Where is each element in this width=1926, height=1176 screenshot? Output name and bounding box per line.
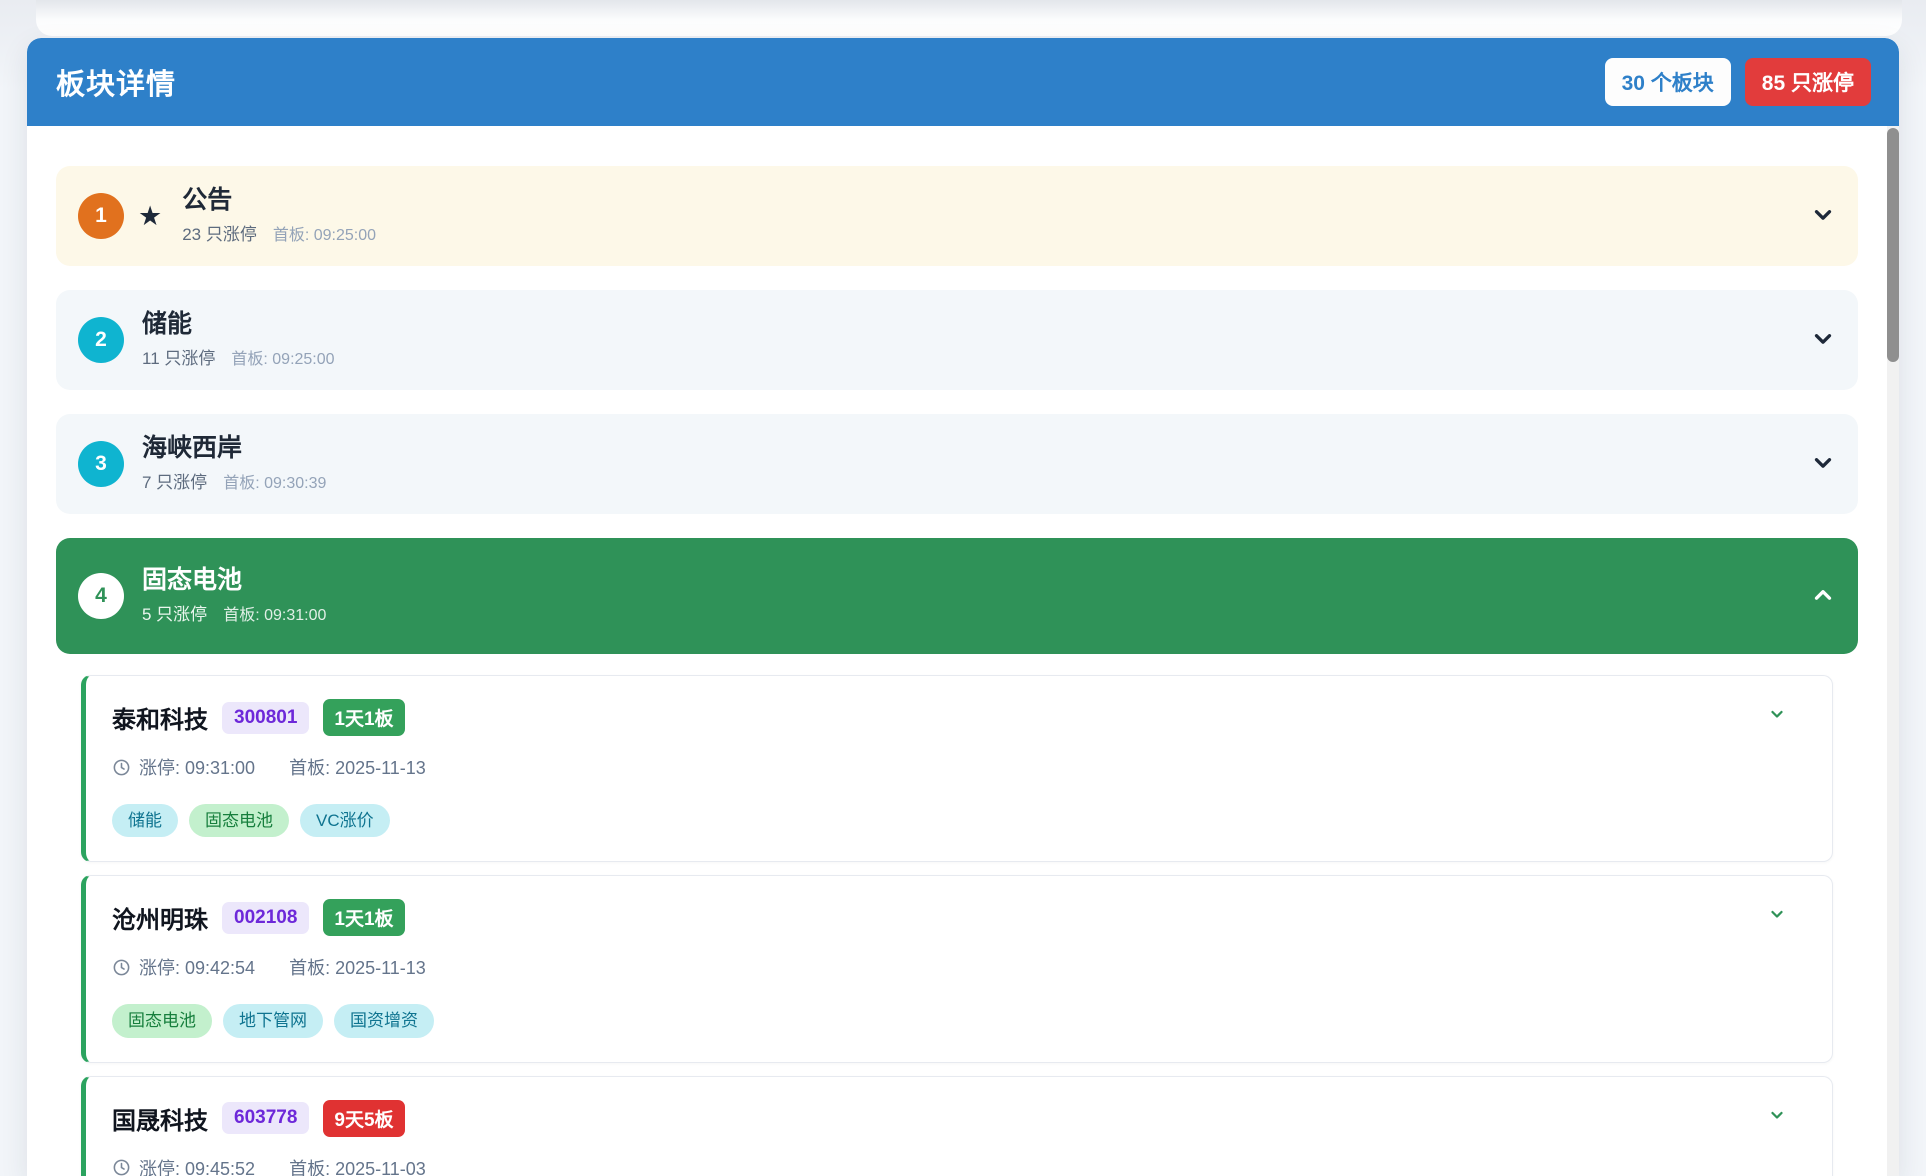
sector-limit-up-count: 5 只涨停 bbox=[142, 600, 207, 625]
stock-code-badge: 300801 bbox=[222, 702, 309, 734]
sector-subline: 11 只涨停首板: 09:25:00 bbox=[142, 344, 335, 369]
sector-row-3[interactable]: 3 海峡西岸 7 只涨停首板: 09:30:39 bbox=[56, 414, 1858, 514]
streak-badge: 1天1板 bbox=[323, 899, 404, 936]
concept-tag[interactable]: 地下管网 bbox=[223, 1004, 323, 1037]
sector-text-block: 海峡西岸 7 只涨停首板: 09:30:39 bbox=[142, 435, 326, 494]
chevron-down-icon[interactable] bbox=[1768, 906, 1786, 929]
clock-icon bbox=[112, 1158, 131, 1176]
sector-name: 海峡西岸 bbox=[142, 435, 326, 463]
streak-badge: 9天5板 bbox=[323, 1100, 404, 1137]
stock-head: 泰和科技 300801 1天1板 bbox=[112, 699, 1806, 736]
sector-text-block: 储能 11 只涨停首板: 09:25:00 bbox=[142, 311, 335, 370]
sector-first-board-time: 首板: 09:30:39 bbox=[223, 469, 326, 493]
scrollbar-thumb[interactable] bbox=[1887, 128, 1899, 362]
stock-name: 泰和科技 bbox=[112, 700, 208, 735]
sector-rank-badge: 1 bbox=[78, 193, 124, 239]
panel-header: 板块详情 30 个板块 85 只涨停 bbox=[27, 38, 1899, 126]
stock-code-badge: 603778 bbox=[222, 1102, 309, 1134]
chevron-down-icon[interactable] bbox=[1810, 327, 1836, 353]
concept-tag[interactable]: 国资增资 bbox=[334, 1004, 434, 1037]
sector-limit-up-count: 11 只涨停 bbox=[142, 344, 215, 369]
stock-card-603778[interactable]: 国晟科技 603778 9天5板涨停: 09:45:52 首板: 2025-11-03… bbox=[81, 1076, 1833, 1176]
concept-tag[interactable]: 固态电池 bbox=[112, 1004, 212, 1037]
panel-title: 板块详情 bbox=[56, 61, 176, 103]
expanded-stock-list: 泰和科技3008011天1板涨停: 09:31:00首板: 2025-11-13… bbox=[81, 675, 1833, 1176]
scrollbar-track[interactable] bbox=[1887, 126, 1899, 1176]
sector-list: 1★公告23 只涨停首板: 09:25:002储能11 只涨停首板: 09:25… bbox=[27, 126, 1899, 1176]
sector-row-4[interactable]: 4 固态电池 5 只涨停首板: 09:31:00 bbox=[56, 538, 1858, 654]
concept-tag[interactable]: 固态电池 bbox=[189, 804, 289, 837]
first-board-date: 首板: 2025-11-13 bbox=[289, 754, 426, 780]
sector-subline: 5 只涨停首板: 09:31:00 bbox=[142, 600, 326, 625]
sector-row-2[interactable]: 2 储能 11 只涨停首板: 09:25:00 bbox=[56, 290, 1858, 390]
first-board-date: 首板: 2025-11-03 bbox=[289, 1155, 426, 1176]
stock-meta: 涨停: 09:42:54 首板: 2025-11-13 bbox=[112, 954, 1806, 980]
sector-rank-badge: 4 bbox=[78, 573, 124, 619]
sector-rank-badge: 3 bbox=[78, 441, 124, 487]
first-board-date: 首板: 2025-11-13 bbox=[289, 954, 426, 980]
stock-card-002108[interactable]: 沧州明珠 002108 1天1板涨停: 09:42:54 首板: 2025-11-13… bbox=[81, 875, 1833, 1062]
limit-up-time: 涨停: 09:42:54 bbox=[139, 954, 255, 980]
streak-badge: 1天1板 bbox=[323, 699, 404, 736]
stock-meta: 涨停: 09:31:00 首板: 2025-11-13 bbox=[112, 754, 1806, 780]
clock-icon bbox=[112, 758, 131, 777]
stock-meta: 涨停: 09:45:52 首板: 2025-11-03 bbox=[112, 1155, 1806, 1176]
sector-subline: 23 只涨停首板: 09:25:00 bbox=[182, 220, 376, 245]
star-icon[interactable]: ★ bbox=[138, 203, 162, 230]
chevron-down-icon[interactable] bbox=[1768, 1107, 1786, 1130]
sector-rank-badge: 2 bbox=[78, 317, 124, 363]
stock-head: 沧州明珠 002108 1天1板 bbox=[112, 899, 1806, 936]
sector-text-block: 公告 23 只涨停首板: 09:25:00 bbox=[182, 187, 376, 246]
stock-name: 国晟科技 bbox=[112, 1101, 208, 1136]
stock-head: 国晟科技 603778 9天5板 bbox=[112, 1100, 1806, 1137]
sector-text-block: 固态电池 5 只涨停首板: 09:31:00 bbox=[142, 567, 326, 626]
stock-card-300801[interactable]: 泰和科技 300801 1天1板涨停: 09:31:00 首板: 2025-11-13… bbox=[81, 675, 1833, 862]
chevron-down-icon[interactable] bbox=[1810, 203, 1836, 229]
sector-subline: 7 只涨停首板: 09:30:39 bbox=[142, 468, 326, 493]
sector-first-board-time: 首板: 09:25:00 bbox=[231, 345, 334, 369]
sector-name: 公告 bbox=[182, 187, 376, 215]
chevron-up-icon[interactable] bbox=[1810, 583, 1836, 609]
sector-first-board-time: 首板: 09:31:00 bbox=[223, 601, 326, 625]
sector-name: 储能 bbox=[142, 311, 335, 339]
limit-up-time: 涨停: 09:45:52 bbox=[139, 1155, 255, 1176]
sector-first-board-time: 首板: 09:25:00 bbox=[273, 221, 376, 245]
clock-icon bbox=[112, 958, 131, 977]
concept-tag[interactable]: VC涨价 bbox=[300, 804, 390, 837]
previous-card-bottom-sliver bbox=[36, 0, 1902, 36]
chevron-down-icon[interactable] bbox=[1768, 706, 1786, 729]
sector-count-badge: 30 个板块 bbox=[1605, 58, 1731, 106]
sector-limit-up-count: 23 只涨停 bbox=[182, 220, 257, 245]
concept-tag[interactable]: 储能 bbox=[112, 804, 178, 837]
sector-limit-up-count: 7 只涨停 bbox=[142, 468, 207, 493]
chevron-down-icon[interactable] bbox=[1810, 451, 1836, 477]
tag-row: 固态电池地下管网国资增资 bbox=[112, 1004, 1806, 1037]
sector-detail-panel: 板块详情 30 个板块 85 只涨停 1★公告23 只涨停首板: 09:25:0… bbox=[27, 38, 1899, 1176]
sector-row-1[interactable]: 1 ★ 公告 23 只涨停首板: 09:25:00 bbox=[56, 166, 1858, 266]
tag-row: 储能固态电池 VC涨价 bbox=[112, 804, 1806, 837]
limit-up-count-badge: 85 只涨停 bbox=[1745, 58, 1871, 106]
header-badges: 30 个板块 85 只涨停 bbox=[1605, 58, 1871, 106]
stock-name: 沧州明珠 bbox=[112, 900, 208, 935]
stock-code-badge: 002108 bbox=[222, 902, 309, 934]
sector-name: 固态电池 bbox=[142, 567, 326, 595]
limit-up-time: 涨停: 09:31:00 bbox=[139, 754, 255, 780]
